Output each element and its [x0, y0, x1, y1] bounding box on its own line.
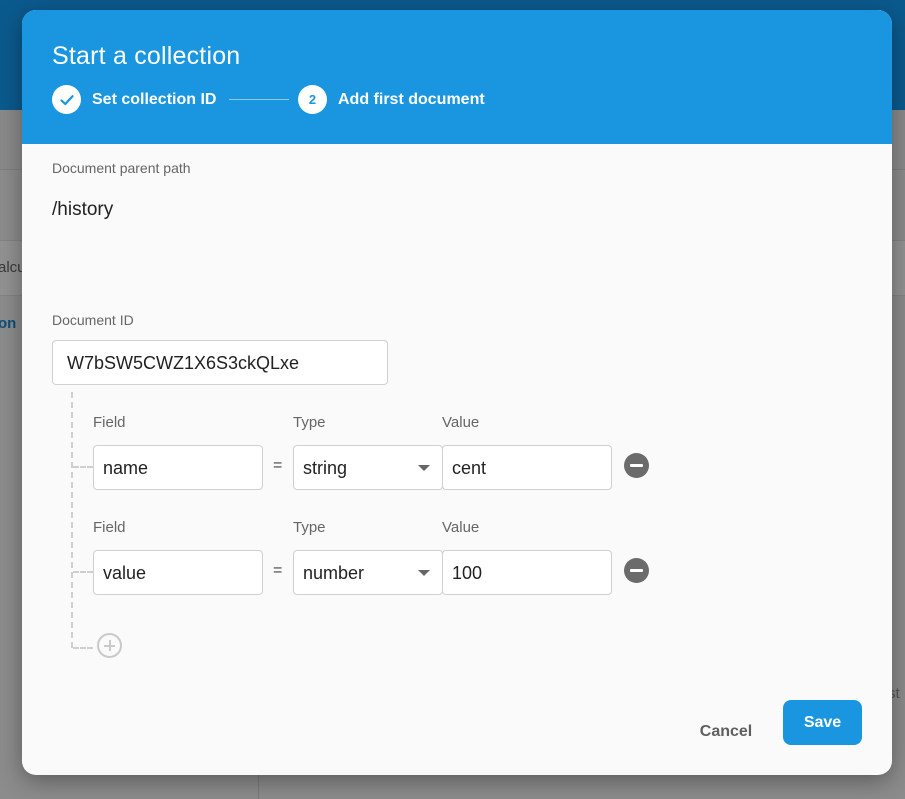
type-column-label: Type	[293, 414, 326, 431]
step-connector	[229, 99, 289, 100]
dialog-header: Start a collection Set collection ID 2 A…	[22, 10, 892, 144]
equals-sign: =	[273, 562, 283, 579]
value-column-label: Value	[442, 519, 480, 536]
tree-branch	[73, 466, 93, 468]
remove-field-button[interactable]	[624, 453, 649, 478]
add-field-plus-icon[interactable]	[97, 633, 122, 658]
check-icon	[52, 85, 81, 114]
field-column-label: Field	[93, 414, 126, 431]
field-name-input[interactable]: name	[93, 445, 263, 490]
step-number: 2	[298, 85, 327, 114]
step-set-collection-id[interactable]: Set collection ID	[52, 85, 216, 114]
tree-branch	[73, 571, 93, 573]
start-collection-dialog: Start a collection Set collection ID 2 A…	[22, 10, 892, 775]
type-select[interactable]: number	[293, 550, 443, 595]
type-column-label: Type	[293, 519, 326, 536]
tree-branch	[73, 647, 93, 649]
value-column-label: Value	[442, 414, 480, 431]
minus-icon	[630, 464, 643, 467]
field-value-input[interactable]: cent	[442, 445, 612, 490]
type-select[interactable]: string	[293, 445, 443, 490]
save-button[interactable]: Save	[783, 700, 862, 745]
app-link-text: on	[0, 315, 17, 332]
equals-sign: =	[273, 457, 283, 474]
caret-down-icon	[418, 570, 430, 576]
caret-down-icon	[418, 465, 430, 471]
type-select-value: string	[303, 458, 348, 478]
minus-icon	[630, 569, 643, 572]
step-label: Set collection ID	[92, 90, 217, 108]
parent-path-value: /history	[52, 199, 114, 220]
parent-path-label: Document parent path	[52, 160, 191, 176]
document-id-input[interactable]: W7bSW5CWZ1X6S3ckQLxe	[52, 340, 388, 385]
dialog-title: Start a collection	[52, 42, 241, 70]
cancel-button[interactable]: Cancel	[684, 710, 768, 754]
tree-line	[71, 392, 73, 648]
step-add-first-document[interactable]: 2 Add first document	[298, 85, 485, 114]
field-value-input[interactable]: 100	[442, 550, 612, 595]
document-id-label: Document ID	[52, 312, 134, 328]
field-name-input[interactable]: value	[93, 550, 263, 595]
type-select-value: number	[303, 563, 365, 583]
step-label: Add first document	[338, 90, 485, 108]
remove-field-button[interactable]	[624, 558, 649, 583]
field-column-label: Field	[93, 519, 126, 536]
